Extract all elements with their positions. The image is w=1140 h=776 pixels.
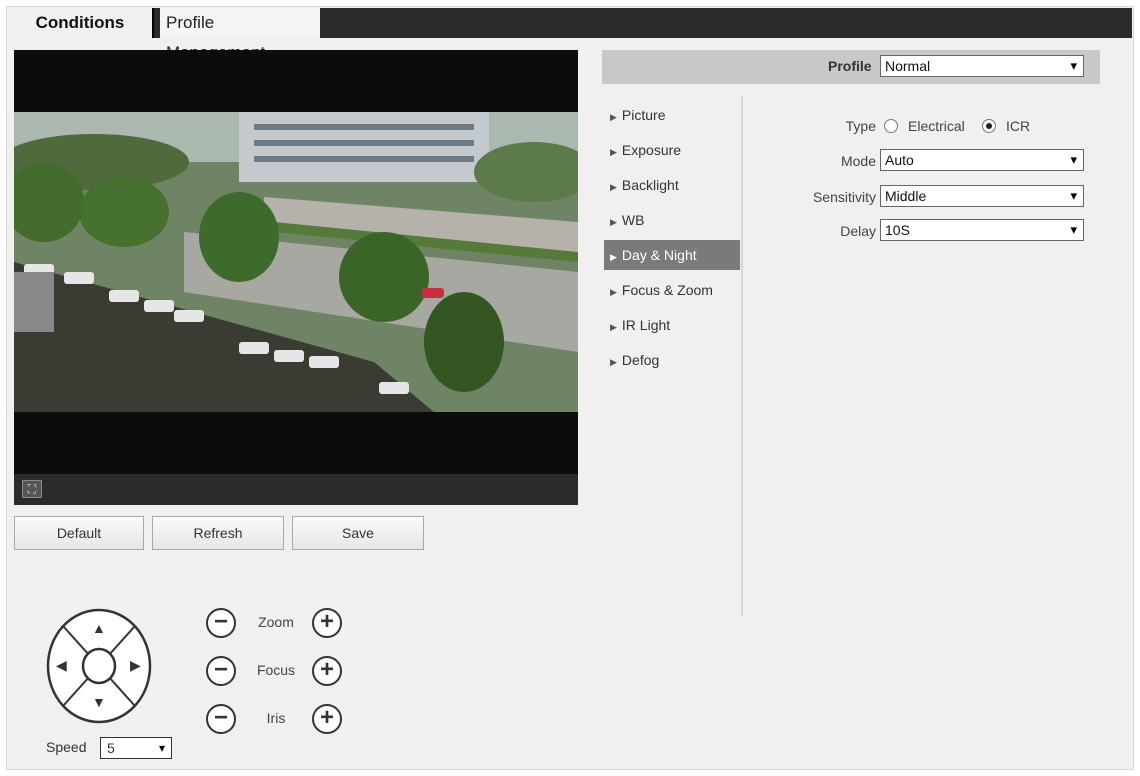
menu-item-picture[interactable]: ▶ Picture <box>604 100 740 130</box>
chevron-down-icon: ▾ <box>158 741 165 755</box>
menu-item-label: Focus & Zoom <box>621 282 713 298</box>
iris-minus-button[interactable]: − <box>206 704 236 734</box>
mode-value: Auto <box>885 152 914 168</box>
chevron-down-icon: ▾ <box>1070 188 1077 203</box>
chevron-down-icon: ▾ <box>1070 152 1077 167</box>
menu-triangle-icon: ▶ <box>610 217 617 227</box>
menu-item-defog[interactable]: ▶ Defog <box>604 345 740 375</box>
tab-bar: Conditions Profile Management <box>8 8 1132 62</box>
icr-label: ICR <box>1006 118 1031 134</box>
menu-divider <box>741 96 743 616</box>
zoom-plus-button[interactable]: + <box>312 608 342 638</box>
pan-left-icon[interactable]: ◀ <box>56 657 67 674</box>
menu-triangle-icon: ▶ <box>610 112 617 122</box>
type-label: Type <box>845 118 876 134</box>
menu-item-backlight[interactable]: ▶ Backlight <box>604 170 740 200</box>
menu-item-label: Defog <box>621 352 660 368</box>
chevron-down-icon: ▾ <box>1070 58 1077 73</box>
menu-item-label: WB <box>621 212 645 228</box>
menu-item-ir-light[interactable]: ▶ IR Light <box>604 310 740 340</box>
tab-profile-management[interactable]: Profile Management <box>160 8 320 62</box>
zoom-control: − Zoom + <box>206 608 356 638</box>
pan-right-icon[interactable]: ▶ <box>130 657 141 674</box>
delay-value: 10S <box>885 222 910 238</box>
menu-triangle-icon: ▶ <box>610 147 617 157</box>
focus-plus-button[interactable]: + <box>312 656 342 686</box>
video-control-bar: ⛶ <box>14 474 578 505</box>
delay-select[interactable]: 10S ▾ <box>880 219 1084 241</box>
profile-label: Profile <box>828 58 872 74</box>
icr-radio[interactable] <box>982 119 996 133</box>
delay-label: Delay <box>840 223 876 239</box>
menu-item-label: Exposure <box>621 142 682 158</box>
tab-conditions[interactable]: Conditions <box>8 8 154 38</box>
iris-plus-button[interactable]: + <box>312 704 342 734</box>
menu-triangle-icon: ▶ <box>610 357 617 367</box>
profile-select[interactable]: Normal ▾ <box>880 55 1084 77</box>
focus-label: Focus <box>256 662 296 678</box>
menu-triangle-icon: ▶ <box>610 182 617 192</box>
menu-item-wb[interactable]: ▶ WB <box>604 205 740 235</box>
pan-down-icon[interactable]: ▼ <box>92 694 106 710</box>
menu-item-label: Day & Night <box>621 247 697 263</box>
ptz-direction-pad: ▲ ▼ ◀ ▶ <box>46 608 152 726</box>
electrical-label: Electrical <box>908 118 965 134</box>
menu-item-label: IR Light <box>621 317 671 333</box>
save-button[interactable]: Save <box>292 516 424 550</box>
menu-item-label: Picture <box>621 107 666 123</box>
zoom-label: Zoom <box>258 614 294 630</box>
camera-image <box>14 112 578 412</box>
iris-control: − Iris + <box>206 704 356 734</box>
camera-scene-illustration <box>14 112 578 412</box>
zoom-minus-button[interactable]: − <box>206 608 236 638</box>
chevron-down-icon: ▾ <box>1070 222 1077 237</box>
speed-value: 5 <box>107 740 115 756</box>
electrical-radio[interactable] <box>884 119 898 133</box>
menu-item-label: Backlight <box>621 177 679 193</box>
pan-up-icon[interactable]: ▲ <box>92 620 106 636</box>
sensitivity-value: Middle <box>885 188 927 204</box>
menu-triangle-icon: ▶ <box>610 252 617 262</box>
mode-label: Mode <box>840 153 876 169</box>
iris-label: Iris <box>266 710 286 726</box>
sensitivity-select[interactable]: Middle ▾ <box>880 185 1084 207</box>
focus-minus-button[interactable]: − <box>206 656 236 686</box>
menu-item-day-night[interactable]: ▶ Day & Night <box>604 240 740 270</box>
menu-triangle-icon: ▶ <box>610 322 617 332</box>
speed-select[interactable]: 5 ▾ <box>100 737 172 759</box>
video-preview: ⛶ <box>14 50 578 505</box>
menu-item-focus-zoom[interactable]: ▶ Focus & Zoom <box>604 275 740 305</box>
fullscreen-icon[interactable]: ⛶ <box>22 480 42 498</box>
menu-triangle-icon: ▶ <box>610 287 617 297</box>
menu-item-exposure[interactable]: ▶ Exposure <box>604 135 740 165</box>
default-button[interactable]: Default <box>14 516 144 550</box>
focus-control: − Focus + <box>206 656 356 686</box>
refresh-button[interactable]: Refresh <box>152 516 284 550</box>
speed-label: Speed <box>46 739 87 755</box>
mode-select[interactable]: Auto ▾ <box>880 149 1084 171</box>
sensitivity-label: Sensitivity <box>812 189 876 205</box>
profile-value: Normal <box>885 58 931 74</box>
